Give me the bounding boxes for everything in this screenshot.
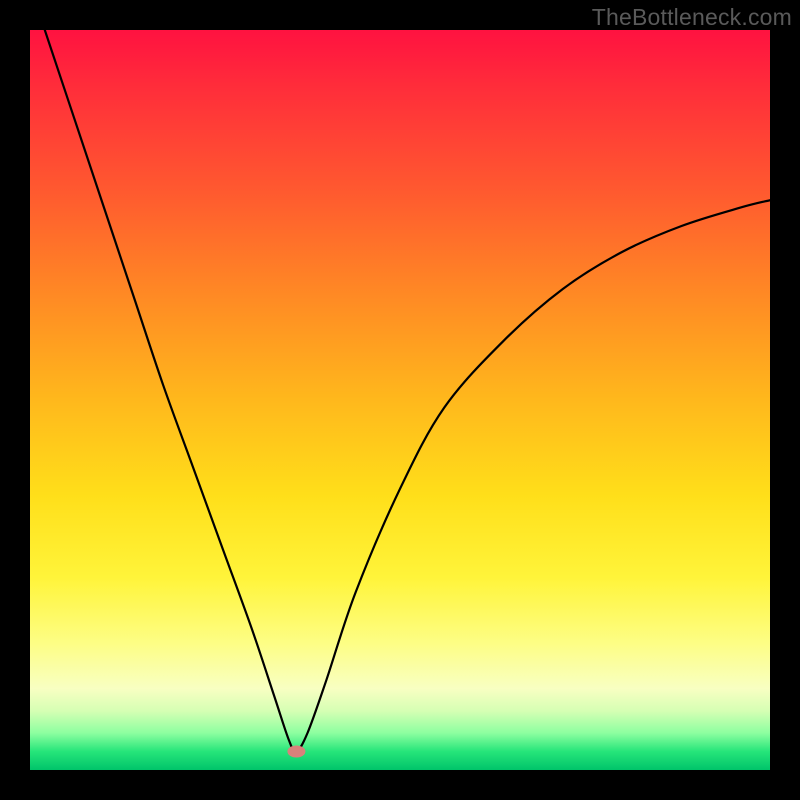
watermark-text: TheBottleneck.com <box>592 4 792 31</box>
bottleneck-curve <box>45 30 770 752</box>
optimum-marker <box>287 746 305 758</box>
chart-frame <box>30 30 770 770</box>
chart-svg <box>30 30 770 770</box>
